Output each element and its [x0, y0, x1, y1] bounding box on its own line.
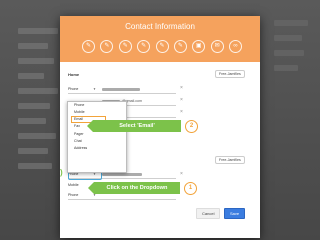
dialog-header: Contact Information ✎ ✎ ✎ ✎ ✎ ✎ ▣ ✉ ∞	[60, 16, 260, 62]
contact-row[interactable]: Phone ▼	[68, 86, 176, 94]
callout-click-dropdown: Click on the Dropdown	[94, 182, 180, 194]
pencil-icon[interactable]: ✎	[100, 40, 114, 53]
close-icon[interactable]: ×	[180, 171, 183, 177]
close-icon[interactable]: ×	[180, 85, 183, 91]
redacted-value	[102, 173, 142, 176]
header-icon-row: ✎ ✎ ✎ ✎ ✎ ✎ ▣ ✉ ∞	[82, 40, 242, 54]
cancel-button[interactable]: Cancel	[196, 208, 221, 219]
section-home-label: Home	[68, 72, 80, 77]
envelope-icon[interactable]: ✉	[210, 40, 224, 53]
pencil-icon[interactable]: ✎	[173, 40, 187, 53]
chevron-down-icon: ▼	[93, 87, 96, 91]
photo-icon[interactable]: ▣	[192, 40, 206, 53]
step-badge-2: 2	[185, 120, 198, 133]
pencil-icon[interactable]: ✎	[118, 40, 132, 53]
contact-type-select[interactable]: Free-Jamfiles	[215, 156, 245, 164]
dropdown-option-mobile[interactable]: Mobile	[68, 109, 126, 116]
contact-type-select[interactable]: Free-Jamfiles	[215, 70, 245, 78]
pencil-icon[interactable]: ✎	[155, 40, 169, 53]
bracket-marker: )	[60, 168, 63, 177]
background-panel	[274, 20, 314, 220]
type-dropdown-menu: Phone Mobile Email Fax Pager Chat Addres…	[67, 101, 127, 173]
callout-select-email: Select 'Email'	[93, 120, 181, 132]
background-list	[18, 28, 62, 218]
dropdown-option-chat[interactable]: Chat	[68, 138, 126, 145]
dropdown-option-address[interactable]: Address	[68, 145, 126, 152]
redacted-value	[102, 88, 140, 91]
pencil-icon[interactable]: ✎	[137, 40, 151, 53]
type-dropdown[interactable]: Phone ▼	[68, 86, 98, 93]
dialog-title: Contact Information	[125, 22, 195, 31]
close-icon[interactable]: ×	[180, 109, 183, 115]
dropdown-option-phone[interactable]: Phone	[68, 102, 126, 109]
step-badge-1: 1	[184, 182, 197, 195]
pencil-icon[interactable]: ✎	[82, 40, 95, 53]
save-button[interactable]: Save	[224, 208, 246, 219]
link-icon[interactable]: ∞	[229, 40, 242, 53]
close-icon[interactable]: ×	[180, 97, 183, 103]
